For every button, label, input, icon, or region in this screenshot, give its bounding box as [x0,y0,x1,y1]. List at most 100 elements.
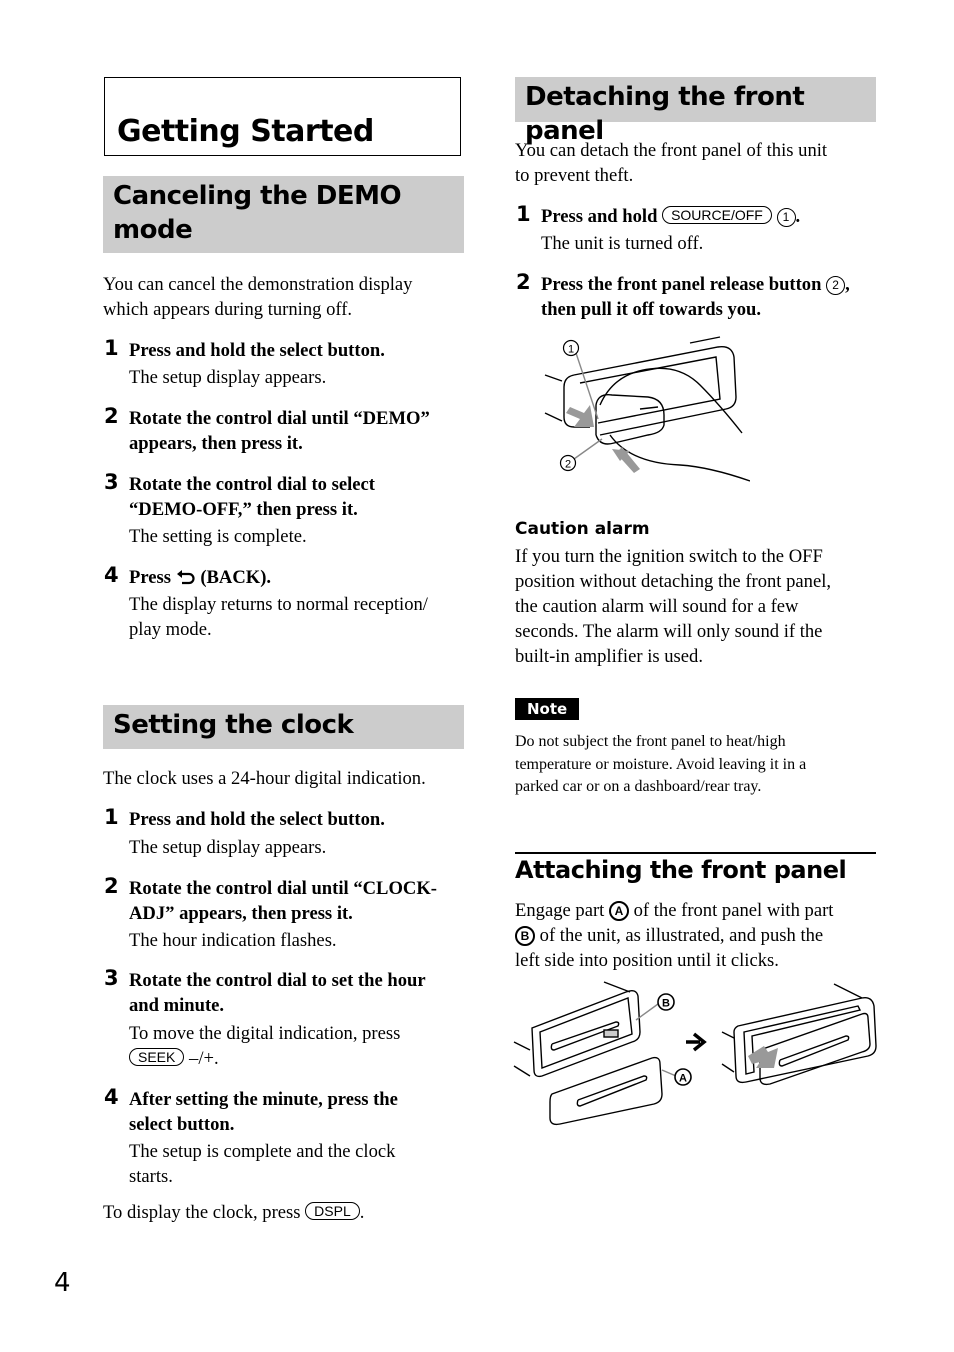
part-a-marker: A [674,1068,692,1086]
text-line: parked car or on a dashboard/rear tray. [515,778,762,795]
text-line: built-in amplifier is used. [515,646,703,667]
detach-panel-illustration: 1 2 [544,336,750,482]
unit-left [513,981,641,1078]
caution-alarm-text: If you turn the ignition switch to the O… [515,544,831,669]
section-heading-demo: Canceling the DEMO mode [103,176,464,253]
step-number: 1 [104,336,119,360]
step-desc: The setup is complete and the clock star… [129,1139,395,1189]
step-desc: The setup display appears. [129,367,327,388]
source-off-key-label: SOURCE/OFF [662,206,772,224]
text-line: and minute. [129,995,225,1016]
step-number: 1 [104,805,119,829]
text-line: The setup is complete and the clock [129,1141,396,1162]
step-desc: To move the digital indication, press SE… [129,1021,400,1071]
text: . [359,1202,365,1223]
caution-alarm-heading: Caution alarm [515,519,650,539]
text-line: which appears during turning off. [103,299,353,320]
step-desc: The setup display appears. [129,837,327,858]
callout-1-icon: 1 [776,208,796,227]
text-line: left side into position until it clicks. [515,950,779,971]
part-a-icon: A [608,901,629,921]
text-line: appears, then press it. [129,433,303,454]
section-heading-clock: Setting the clock [103,705,464,749]
clock-footer: To display the clock, press DSPL. [103,1200,364,1225]
step-title: Press and hold SOURCE/OFF 1. [541,204,800,229]
text: of the front panel with part [633,900,834,921]
step-title: Rotate the control dial until “DEMO” app… [129,406,430,456]
callout-1-marker: 1 [562,339,580,357]
chapter-title: Getting Started [117,114,374,149]
text-line: You can cancel the demonstration display [103,274,413,295]
step-desc: The hour indication flashes. [129,930,337,951]
text-line: Rotate the control dial to set the hour [129,970,426,991]
attach-text: Engage part A of the front panel with pa… [515,898,833,973]
text-line: Rotate the control dial until “CLOCK- [129,878,437,899]
text-line: play mode. [129,619,212,640]
text-line: After setting the minute, press the [129,1089,398,1110]
step-title: Rotate the control dial until “CLOCK- AD… [129,876,437,926]
callout-2-icon: 2 [826,276,846,295]
step-number: 2 [104,404,119,428]
callout-2-marker: 2 [559,454,577,472]
callout-lines [635,1003,677,1077]
step-desc: The unit is turned off. [541,233,704,254]
callout-lines [573,352,603,460]
text: (BACK). [200,567,272,588]
text-line: You can detach the front panel of this u… [515,140,828,161]
step-title: Press (BACK). [129,565,271,590]
text-line: select button. [129,1114,235,1135]
text-line: temperature or moisture. Avoid leaving i… [515,755,807,773]
step-title: After setting the minute, press the sele… [129,1087,398,1137]
section-heading-detach: Detaching the front panel [515,77,876,146]
step-title: Rotate the control dial to set the hour … [129,968,426,1018]
unit-right [721,983,877,1086]
callout-label: 2 [565,459,571,471]
text: of the unit, as illustrated, and push th… [539,925,824,946]
text: . [795,206,801,227]
text: –/+. [189,1048,219,1069]
detach-intro: You can detach the front panel of this u… [515,138,827,188]
part-b-icon: B [515,926,535,946]
panel-left [549,1056,663,1126]
text-line: to prevent theft. [515,165,634,186]
step-title: Press the front panel release button 2, … [541,272,850,322]
text-line: starts. [129,1166,173,1187]
text-line: Do not subject the front panel to heat/h… [515,733,786,750]
text-line: Rotate the control dial until “DEMO” [129,408,430,429]
step-number: 2 [516,270,531,294]
callout-label: 1 [568,344,574,356]
callout-label: A [679,1073,687,1085]
text: To display the clock, press [103,1202,301,1223]
step-number: 1 [516,202,531,226]
text-line: If you turn the ignition switch to the O… [515,546,823,567]
page-number: 4 [54,1268,71,1298]
step-desc: The setting is complete. [129,526,307,547]
step-desc: The display returns to normal reception/… [129,592,428,642]
text: Press [129,567,171,588]
note-badge: Note [515,698,580,720]
callout-label: B [662,998,670,1010]
note-text: Do not subject the front panel to heat/h… [515,731,806,799]
step-number: 2 [104,874,119,898]
step-number: 4 [104,1085,119,1109]
text-line: then pull it off towards you. [541,299,762,320]
attach-panel-illustration: B A [513,981,877,1126]
hand-outline [595,367,750,482]
step-title: Rotate the control dial to select “DEMO-… [129,472,375,522]
text: Press and hold [541,206,658,227]
text: Press the front panel release button [541,274,822,295]
step-number: 3 [104,966,119,990]
step-number: 3 [104,470,119,494]
text-line: the caution alarm will sound for a few [515,596,799,617]
text-line: The display returns to normal reception/ [129,594,428,615]
text-line: ADJ” appears, then press it. [129,903,353,924]
seek-key-label: SEEK [129,1048,185,1066]
text-line: seconds. The alarm will only sound if th… [515,621,823,642]
text: Engage part [515,900,605,921]
heading-line: Canceling the DEMO [113,181,402,211]
step-title: Press and hold the select button. [129,809,385,830]
section-heading-attach: Attaching the front panel [515,852,876,884]
text-line: “DEMO-OFF,” then press it. [129,499,358,520]
text-line: position without detaching the front pan… [515,571,832,592]
dspl-key-label: DSPL [305,1202,360,1220]
